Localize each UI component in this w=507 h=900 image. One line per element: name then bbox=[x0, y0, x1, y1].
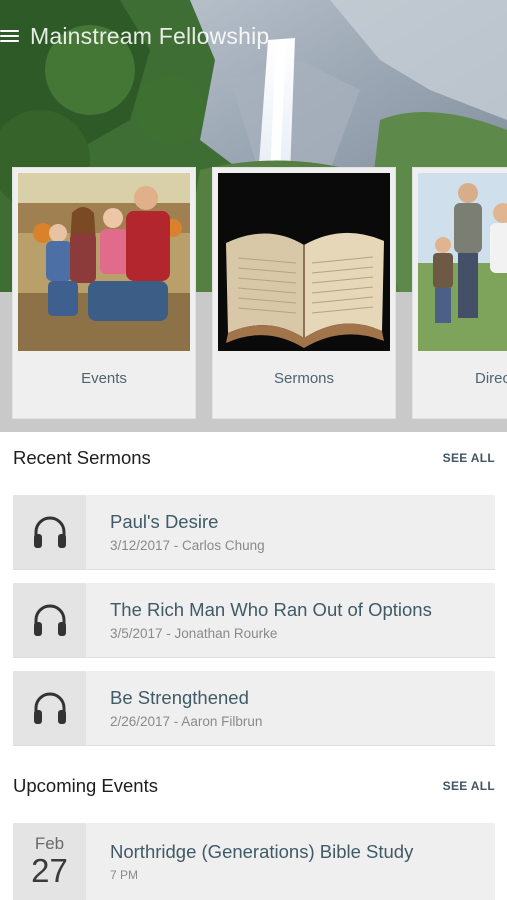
feature-cards-carousel[interactable]: Events Sermons Direc bbox=[12, 167, 507, 419]
section-title-upcoming-events: Upcoming Events bbox=[13, 775, 158, 796]
event-month: Feb bbox=[34, 834, 65, 854]
sermon-meta: 2/26/2017 - Aaron Filbrun bbox=[110, 714, 263, 729]
card-sermons[interactable]: Sermons bbox=[212, 167, 396, 419]
sermon-title: Paul's Desire bbox=[110, 511, 219, 532]
headphones-icon bbox=[13, 671, 86, 745]
card-label-directory: Direc bbox=[475, 370, 507, 387]
open-bible-image bbox=[218, 173, 390, 351]
sermon-title: The Rich Man Who Ran Out of Options bbox=[110, 599, 432, 620]
card-label-events: Events bbox=[81, 370, 127, 387]
sermon-row[interactable]: The Rich Man Who Ran Out of Options 3/5/… bbox=[13, 583, 495, 658]
event-date-badge: Feb 27 bbox=[13, 823, 86, 900]
sermon-meta: 3/12/2017 - Carlos Chung bbox=[110, 538, 265, 553]
section-title-recent-sermons: Recent Sermons bbox=[13, 447, 151, 468]
event-day: 27 bbox=[31, 852, 68, 890]
headphones-icon bbox=[13, 583, 86, 657]
sermon-title: Be Strengthened bbox=[110, 687, 249, 708]
event-title: Northridge (Generations) Bible Study bbox=[110, 841, 414, 862]
top-bar: Mainstream Fellowship bbox=[0, 18, 269, 54]
card-events[interactable]: Events bbox=[12, 167, 196, 419]
sermon-row[interactable]: Be Strengthened 2/26/2017 - Aaron Filbru… bbox=[13, 671, 495, 746]
see-all-events-link[interactable]: SEE ALL bbox=[443, 779, 495, 793]
walking-family-image bbox=[418, 173, 507, 351]
sermon-row[interactable]: Paul's Desire 3/12/2017 - Carlos Chung bbox=[13, 495, 495, 570]
headphones-icon bbox=[13, 495, 86, 569]
app-title: Mainstream Fellowship bbox=[30, 22, 270, 49]
card-directory[interactable]: Direc bbox=[412, 167, 507, 419]
upcoming-events-header: Upcoming Events SEE ALL bbox=[13, 772, 495, 800]
card-label-sermons: Sermons bbox=[273, 370, 335, 387]
hero-banner: Mainstream Fellowship Events Sermons Dir… bbox=[0, 0, 507, 432]
family-photo-image bbox=[18, 173, 190, 351]
event-time: 7 PM bbox=[110, 868, 139, 882]
recent-sermons-header: Recent Sermons SEE ALL bbox=[13, 444, 495, 472]
sermon-meta: 3/5/2017 - Jonathan Rourke bbox=[110, 626, 278, 641]
see-all-sermons-link[interactable]: SEE ALL bbox=[443, 451, 495, 465]
event-row[interactable]: Feb 27 Northridge (Generations) Bible St… bbox=[13, 823, 495, 900]
hamburger-menu-icon[interactable] bbox=[0, 27, 22, 45]
